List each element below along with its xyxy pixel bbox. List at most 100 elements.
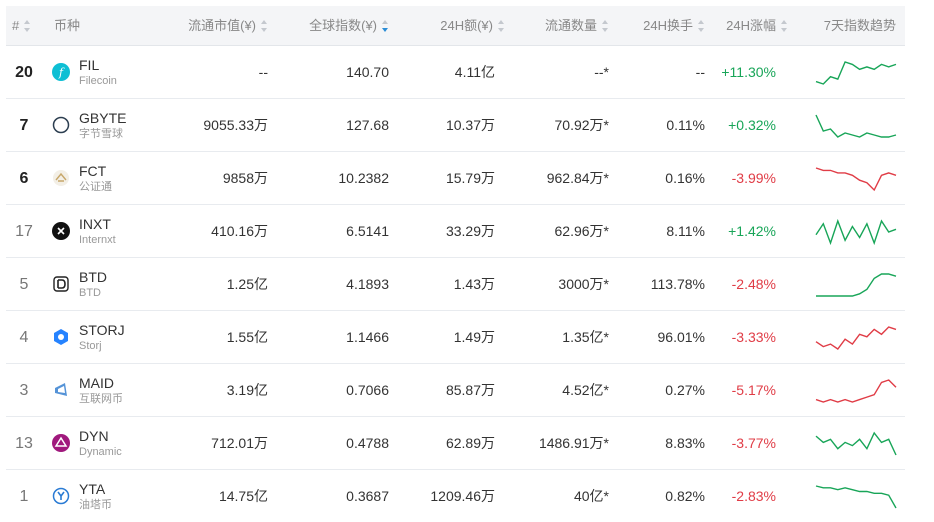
coin-symbol-link[interactable]: BTD <box>79 269 107 285</box>
market-cap: 9858万 <box>222 170 268 186</box>
trend-sparkline[interactable] <box>814 429 898 459</box>
sort-icon[interactable] <box>781 19 788 32</box>
coin-symbol-link[interactable]: GBYTE <box>79 110 126 126</box>
trend-sparkline[interactable] <box>814 58 898 88</box>
change-24h: -5.17% <box>731 382 776 398</box>
header-volume-24h-label: 24H额(¥) <box>440 18 493 33</box>
dynamic-icon[interactable] <box>52 434 70 452</box>
sort-icon[interactable] <box>498 19 505 32</box>
coin-name: Storj <box>79 340 102 352</box>
table-row[interactable]: 4 STORJ Storj 1.55亿 1.1466 1.49万 1.35亿* 96.01% -… <box>6 311 905 364</box>
global-index: 0.4788 <box>346 435 389 451</box>
trend-sparkline[interactable] <box>814 482 898 512</box>
turnover-24h: 8.83% <box>665 435 705 451</box>
trend-line <box>815 167 897 192</box>
coin-name: 公证通 <box>79 181 112 193</box>
header-volume-24h[interactable]: 24H额(¥) <box>440 6 505 46</box>
market-cap: 410.16万 <box>211 223 268 239</box>
circulating-supply: 4.52亿* <box>562 382 609 398</box>
header-turnover[interactable]: 24H换手 <box>643 6 705 46</box>
internxt-icon[interactable] <box>52 222 70 240</box>
circulating-supply: 962.84万* <box>546 170 609 186</box>
coin-name: 互联网币 <box>79 393 123 405</box>
coin-symbol-link[interactable]: INXT <box>79 216 111 232</box>
header-circulating-label: 流通数量 <box>544 18 597 33</box>
coin-name: BTD <box>79 287 101 299</box>
volume-24h: 33.29万 <box>445 223 495 239</box>
trend-sparkline[interactable] <box>814 270 898 300</box>
rank: 17 <box>15 223 33 240</box>
table-row[interactable]: 3 MAID 互联网币 3.19亿 0.7066 85.87万 4.52亿* 0.27% -5.… <box>6 364 905 417</box>
table-row[interactable]: 1 YTA 油塔币 14.75亿 0.3687 1209.46万 40亿* 0.82% -2.8… <box>6 470 905 522</box>
filecoin-icon[interactable]: f <box>52 63 70 81</box>
coin-table: # 币种 流通市值(¥) 全球指数(¥) 24H额(¥) 流通数量 24H换手 … <box>6 6 905 522</box>
storj-icon[interactable] <box>52 328 70 346</box>
rank: 7 <box>19 117 29 134</box>
header-rank-label: # <box>12 18 20 33</box>
volume-24h: 62.89万 <box>445 435 495 451</box>
btd-icon[interactable] <box>52 275 70 293</box>
header-market-cap-label: 流通市值(¥) <box>188 18 256 33</box>
coin-symbol-link[interactable]: FCT <box>79 163 106 179</box>
trend-sparkline[interactable] <box>814 164 898 194</box>
turnover-24h: 0.82% <box>665 488 705 504</box>
trend-sparkline[interactable] <box>814 376 898 406</box>
volume-24h: 15.79万 <box>445 170 495 186</box>
trend-line <box>815 379 897 403</box>
table-row[interactable]: 20 f FIL Filecoin -- 140.70 4.11亿 --* -- +11.30% <box>6 46 905 99</box>
coin-symbol-link[interactable]: DYN <box>79 428 109 444</box>
table-row[interactable]: 17 INXT Internxt 410.16万 6.5141 33.29万 62.96万*… <box>6 205 905 258</box>
header-global-index-label: 全球指数(¥) <box>309 18 377 33</box>
factom-icon[interactable] <box>52 169 70 187</box>
volume-24h: 4.11亿 <box>454 64 495 80</box>
change-24h: +0.32% <box>728 117 776 133</box>
header-market-cap[interactable]: 流通市值(¥) <box>188 6 268 46</box>
maidsafe-icon[interactable] <box>52 381 70 399</box>
change-24h: -2.83% <box>731 488 776 504</box>
change-24h: -3.33% <box>731 329 776 345</box>
byteball-icon[interactable] <box>52 116 70 134</box>
trend-sparkline[interactable] <box>814 323 898 353</box>
circulating-supply: 40亿* <box>573 488 609 504</box>
trend-sparkline[interactable] <box>814 111 898 141</box>
turnover-24h: 96.01% <box>657 329 705 345</box>
trend-line <box>815 431 897 456</box>
trend-line <box>815 218 897 246</box>
sort-icon[interactable] <box>698 19 705 32</box>
coin-symbol-link[interactable]: FIL <box>79 57 99 73</box>
trend-line <box>816 273 897 297</box>
table-body: 20 f FIL Filecoin -- 140.70 4.11亿 --* -- +11.30% 7… <box>6 46 905 522</box>
volume-24h: 85.87万 <box>445 382 495 398</box>
header-circulating[interactable]: 流通数量 <box>545 6 609 46</box>
header-change[interactable]: 24H涨幅 <box>726 6 788 46</box>
market-cap: 1.55亿 <box>226 329 268 345</box>
sort-icon[interactable] <box>261 19 268 32</box>
change-24h: +1.42% <box>728 223 776 239</box>
table-row[interactable]: 7 GBYTE 字节雪球 9055.33万 127.68 10.37万 70.92万* 0.1… <box>6 99 905 152</box>
table-row[interactable]: 5 BTD BTD 1.25亿 4.1893 1.43万 3000万* 113.78% -2.4… <box>6 258 905 311</box>
rank: 13 <box>15 435 33 452</box>
header-global-index[interactable]: 全球指数(¥) <box>309 6 389 46</box>
header-change-label: 24H涨幅 <box>726 18 776 33</box>
coin-symbol-link[interactable]: YTA <box>79 481 105 497</box>
table-row[interactable]: 13 DYN Dynamic 712.01万 0.4788 62.89万 1486.91万*… <box>6 417 905 470</box>
change-24h: -3.77% <box>731 435 776 451</box>
sort-icon[interactable] <box>24 19 31 32</box>
change-24h: -3.99% <box>731 170 776 186</box>
sort-icon[interactable] <box>602 19 609 32</box>
table-row[interactable]: 6 FCT 公证通 9858万 10.2382 15.79万 962.84万* 0.16% -3… <box>6 152 905 205</box>
header-rank[interactable]: # <box>12 6 31 46</box>
volume-24h: 1.49万 <box>453 329 495 345</box>
trend-sparkline[interactable] <box>814 217 898 247</box>
market-cap: 1.25亿 <box>226 276 268 292</box>
market-cap: 9055.33万 <box>203 117 268 133</box>
volume-24h: 1.43万 <box>453 276 495 292</box>
table-header: # 币种 流通市值(¥) 全球指数(¥) 24H额(¥) 流通数量 24H换手 … <box>6 6 905 46</box>
trend-line <box>815 114 897 138</box>
coin-symbol-link[interactable]: MAID <box>79 375 114 391</box>
market-cap: -- <box>258 64 268 80</box>
sort-desc-icon[interactable] <box>382 19 389 32</box>
global-index: 4.1893 <box>346 276 389 292</box>
coin-symbol-link[interactable]: STORJ <box>79 322 125 338</box>
yottachain-icon[interactable] <box>52 487 70 505</box>
